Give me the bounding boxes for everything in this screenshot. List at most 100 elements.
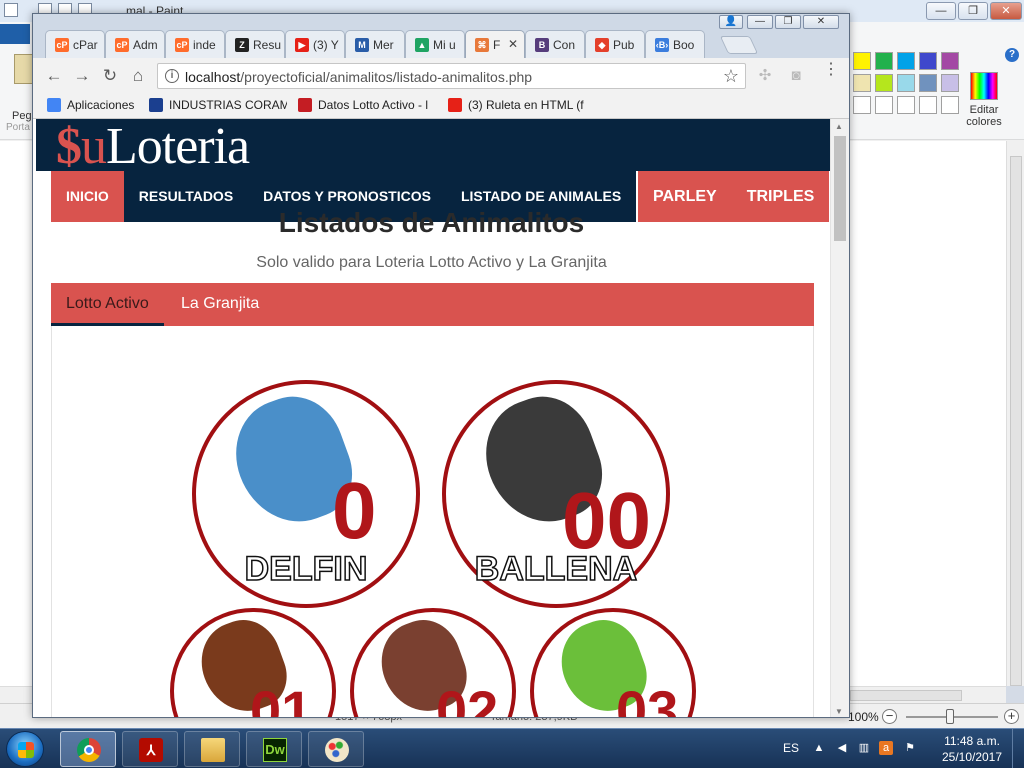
bookmark-item[interactable]: (3) Ruleta en HTML (f bbox=[448, 98, 588, 114]
zoom-slider-knob[interactable] bbox=[946, 709, 954, 724]
chrome-minimize-button[interactable]: — bbox=[747, 15, 773, 29]
close-tab-icon[interactable]: ✕ bbox=[508, 37, 518, 51]
color-swatch[interactable] bbox=[853, 52, 871, 70]
bookmark-label: Aplicaciones bbox=[67, 98, 135, 112]
action-center-icon[interactable]: ⚑ bbox=[903, 741, 917, 755]
chrome-menu-button[interactable]: ⋮ bbox=[823, 62, 839, 85]
paint-vscroll-thumb[interactable] bbox=[1010, 156, 1022, 686]
page-viewport: $uLoteria INICIO RESULTADOS DATOS Y PRONOS… bbox=[33, 119, 830, 718]
custom-color-swatch[interactable] bbox=[897, 96, 915, 114]
home-button[interactable]: ⌂ bbox=[129, 67, 147, 85]
animal-card[interactable]: 01CARNERO bbox=[170, 608, 336, 718]
color-swatch[interactable] bbox=[919, 52, 937, 70]
help-icon[interactable]: ? bbox=[1005, 48, 1019, 62]
bookmark-favicon-icon bbox=[448, 98, 462, 112]
site-info-icon[interactable]: i bbox=[165, 69, 179, 83]
custom-color-swatch[interactable] bbox=[941, 96, 959, 114]
custom-color-swatch[interactable] bbox=[875, 96, 893, 114]
color-swatch[interactable] bbox=[875, 52, 893, 70]
paste-button-label[interactable]: Peg bbox=[12, 110, 32, 122]
color-swatch[interactable] bbox=[941, 52, 959, 70]
browser-tab[interactable]: B Con bbox=[525, 30, 585, 58]
paint-file-tab[interactable] bbox=[0, 24, 30, 44]
zoom-in-button[interactable]: + bbox=[1004, 709, 1019, 724]
clipboard-group-label: Porta bbox=[6, 122, 30, 133]
edit-colors-button[interactable]: Editar colores bbox=[962, 72, 1006, 128]
network-icon[interactable]: ▥ bbox=[857, 741, 871, 755]
paint-minimize-button[interactable]: — bbox=[926, 2, 956, 20]
scroll-up-arrow-icon[interactable]: ▲ bbox=[835, 122, 843, 131]
avast-icon[interactable]: a bbox=[879, 741, 893, 755]
animal-card[interactable]: 02TORO bbox=[350, 608, 516, 717]
tray-expand-icon[interactable]: ▲ bbox=[812, 741, 826, 755]
color-swatch[interactable] bbox=[941, 74, 959, 92]
browser-tab[interactable]: ⌘ F ✕ bbox=[465, 30, 525, 59]
back-button[interactable]: ← bbox=[45, 67, 63, 85]
address-bar[interactable]: i localhost/proyectoficial/animalitos/li… bbox=[157, 63, 746, 89]
language-indicator[interactable]: ES bbox=[783, 741, 799, 755]
color-swatch[interactable] bbox=[853, 74, 871, 92]
taskbar-explorer[interactable] bbox=[184, 731, 240, 767]
profile-button[interactable]: 👤 bbox=[719, 15, 743, 29]
dreamweaver-icon: Dw bbox=[263, 738, 287, 762]
system-clock[interactable]: 11:48 a.m. 25/10/2017 bbox=[937, 733, 1007, 765]
color-swatch[interactable] bbox=[897, 52, 915, 70]
tab-favicon-icon: ◆ bbox=[595, 38, 609, 52]
tab-title: Con bbox=[553, 38, 576, 52]
bookmark-star-icon[interactable]: ☆ bbox=[723, 66, 739, 87]
animal-card[interactable]: 03CIEMPIES bbox=[530, 608, 696, 717]
tab-strip: 👤 — ❐ ✕ cP cPar cP Adm cP inde Z Resu ▶ (3) Y M Mer… bbox=[33, 14, 849, 59]
page-scroll-thumb[interactable] bbox=[834, 136, 846, 241]
chrome-maximize-button[interactable]: ❐ bbox=[775, 15, 801, 29]
paint-app-icon[interactable] bbox=[4, 3, 18, 17]
paint-close-button[interactable]: ✕ bbox=[990, 2, 1022, 20]
start-button[interactable] bbox=[6, 731, 44, 767]
browser-tab[interactable]: cP inde bbox=[165, 30, 225, 58]
site-logo[interactable]: $uLoteria bbox=[56, 119, 250, 175]
taskbar-dreamweaver[interactable]: Dw bbox=[246, 731, 302, 767]
paint-maximize-button[interactable]: ❐ bbox=[958, 2, 988, 20]
browser-tab[interactable]: ▲ Mi u bbox=[405, 30, 465, 58]
tab-la-granjita[interactable]: La Granjita bbox=[166, 283, 274, 326]
color-swatch[interactable] bbox=[897, 74, 915, 92]
browser-tab[interactable]: M Mer bbox=[345, 30, 405, 58]
acrobat-icon: ⅄ bbox=[139, 738, 163, 762]
extension-icon[interactable]: ✣ bbox=[757, 68, 773, 84]
taskbar-acrobat[interactable]: ⅄ bbox=[122, 731, 178, 767]
browser-tab[interactable]: ▶ (3) Y bbox=[285, 30, 345, 58]
tab-lotto-activo[interactable]: Lotto Activo bbox=[51, 283, 164, 326]
forward-button[interactable]: → bbox=[73, 67, 91, 85]
animal-number: 01 bbox=[250, 679, 313, 718]
scroll-down-arrow-icon[interactable]: ▼ bbox=[835, 707, 843, 716]
browser-tab[interactable]: cP cPar bbox=[45, 30, 105, 58]
zoom-out-button[interactable]: − bbox=[882, 709, 897, 724]
address-url[interactable]: localhost/proyectoficial/animalitos/list… bbox=[185, 69, 532, 85]
animal-card[interactable]: 0 DELFIN bbox=[192, 380, 420, 608]
camera-icon[interactable]: ◙ bbox=[788, 68, 804, 84]
paint-hscroll-thumb[interactable] bbox=[850, 690, 962, 701]
paint-vertical-scrollbar[interactable] bbox=[1006, 141, 1024, 686]
bookmark-item[interactable]: INDUSTRIAS CORAM bbox=[149, 98, 287, 114]
color-swatch[interactable] bbox=[875, 74, 893, 92]
tab-title: Pub bbox=[613, 38, 635, 52]
chrome-close-button[interactable]: ✕ bbox=[803, 15, 839, 29]
browser-tab[interactable]: ◆ Pub bbox=[585, 30, 645, 58]
custom-color-swatch[interactable] bbox=[853, 96, 871, 114]
bookmark-item[interactable]: Datos Lotto Activo - l bbox=[298, 98, 436, 114]
apps-shortcut[interactable]: Aplicaciones bbox=[47, 98, 137, 114]
taskbar-paint[interactable] bbox=[308, 731, 364, 767]
volume-icon[interactable]: ◀ bbox=[835, 741, 849, 755]
clock-time: 11:48 a.m. bbox=[944, 734, 1000, 748]
browser-tab[interactable]: Z Resu bbox=[225, 30, 285, 58]
page-vertical-scrollbar[interactable]: ▲ ▼ bbox=[830, 119, 849, 717]
taskbar-chrome[interactable] bbox=[60, 731, 116, 767]
custom-color-swatch[interactable] bbox=[919, 96, 937, 114]
animal-card[interactable]: 00 BALLENA bbox=[442, 380, 670, 608]
reload-button[interactable]: ↻ bbox=[101, 67, 119, 85]
browser-tab[interactable]: cP Adm bbox=[105, 30, 165, 58]
browser-tab[interactable]: ‹B› Boo bbox=[645, 30, 705, 58]
new-tab-button[interactable] bbox=[719, 36, 759, 54]
color-swatch[interactable] bbox=[919, 74, 937, 92]
tab-title: F bbox=[493, 38, 501, 52]
show-desktop-button[interactable] bbox=[1012, 729, 1024, 768]
